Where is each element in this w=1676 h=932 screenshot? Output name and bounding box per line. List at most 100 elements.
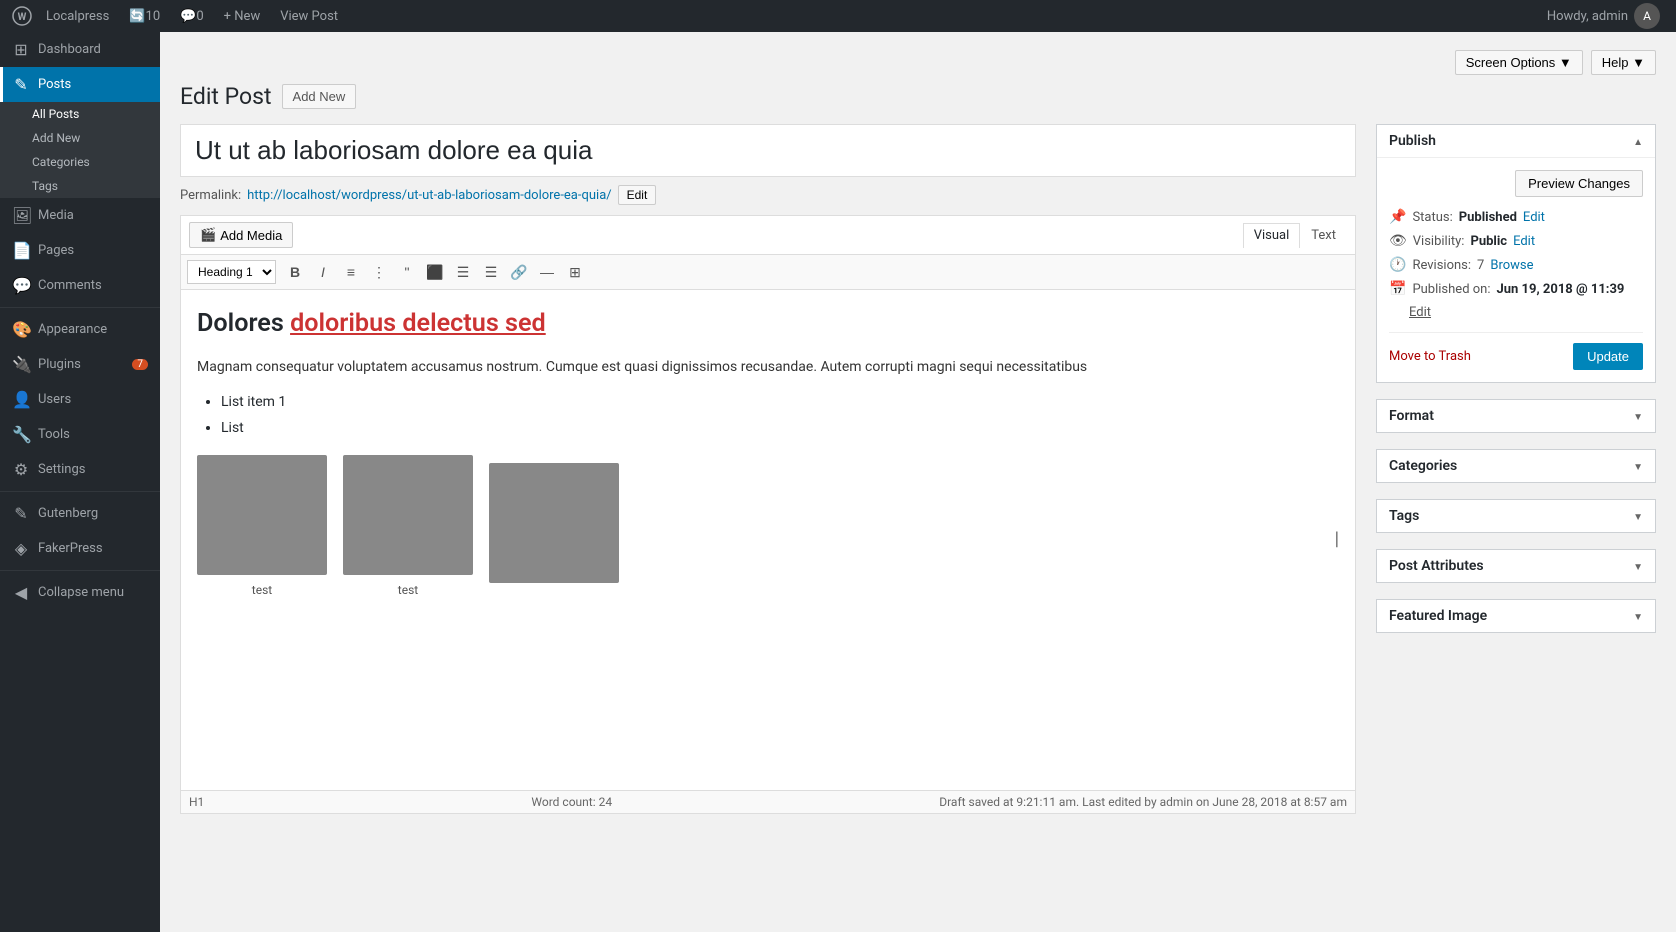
blockquote-button[interactable]: " [394, 259, 420, 285]
adminbar-updates[interactable]: 🔄 10 [119, 0, 170, 32]
ordered-list-button[interactable]: ⋮ [366, 259, 392, 285]
sidebar-item-posts[interactable]: ✎ Posts [0, 67, 160, 102]
cursor-indicator: | [1335, 526, 1339, 555]
sidebar-item-tags[interactable]: Tags [0, 174, 160, 198]
sidebar-item-add-new[interactable]: Add New [0, 126, 160, 150]
insert-link-button[interactable]: 🔗 [506, 259, 532, 285]
align-right-button[interactable]: ☰ [478, 259, 504, 285]
visibility-edit-link[interactable]: Edit [1513, 234, 1535, 249]
post-attributes-box-title: Post Attributes [1389, 558, 1484, 574]
fakerpress-icon: ◈ [12, 539, 30, 558]
visibility-label: Visibility: [1413, 234, 1465, 249]
preview-changes-button[interactable]: Preview Changes [1515, 170, 1643, 197]
update-button[interactable]: Update [1573, 343, 1643, 370]
heading-link[interactable]: doloribus delectus sed [290, 309, 546, 338]
draft-saved-text: Draft saved at 9:21:11 am. Last edited b… [939, 795, 1347, 809]
heading-select[interactable]: Heading 1 [187, 260, 276, 284]
adminbar-comments[interactable]: 💬 0 [170, 0, 214, 32]
add-new-button[interactable]: Add New [282, 84, 357, 109]
sidebar-item-plugins[interactable]: 🔌 Plugins 7 [0, 347, 160, 382]
adminbar-view-post[interactable]: View Post [270, 0, 348, 32]
sidebar-item-dashboard[interactable]: ⊞ Dashboard [0, 32, 160, 67]
italic-button[interactable]: I [310, 259, 336, 285]
align-left-button[interactable]: ⬛ [422, 259, 448, 285]
plugins-icon: 🔌 [12, 355, 30, 374]
featured-image-box-header[interactable]: Featured Image [1377, 600, 1655, 632]
tools-icon: 🔧 [12, 425, 30, 444]
gallery-image-3[interactable] [489, 463, 619, 583]
users-icon: 👤 [12, 390, 30, 409]
bold-button[interactable]: B [282, 259, 308, 285]
tab-visual[interactable]: Visual [1243, 223, 1301, 248]
editor-content[interactable]: Dolores doloribus delectus sed Magnam co… [181, 290, 1355, 790]
sidebar-item-settings[interactable]: ⚙ Settings [0, 452, 160, 487]
more-tag-button[interactable]: — [534, 259, 560, 285]
categories-box-title: Categories [1389, 458, 1457, 474]
gallery-caption-1: test [252, 581, 272, 600]
tags-box-header[interactable]: Tags [1377, 500, 1655, 532]
heading-plain-text: Dolores [197, 309, 290, 338]
publish-actions: Move to Trash Update [1389, 332, 1643, 370]
page-title: Edit Post [180, 83, 272, 110]
posts-submenu: All Posts Add New Categories Tags [0, 102, 160, 198]
format-box: Format [1376, 399, 1656, 433]
published-edit-link[interactable]: Edit [1409, 305, 1643, 320]
permalink-edit-button[interactable]: Edit [618, 185, 657, 205]
adminbar-site-name[interactable]: Localpress [36, 0, 119, 32]
list-item-2: List [221, 417, 1339, 439]
sidebar-item-all-posts[interactable]: All Posts [0, 102, 160, 126]
sidebar-item-tools[interactable]: 🔧 Tools [0, 417, 160, 452]
status-edit-link[interactable]: Edit [1523, 210, 1545, 225]
published-value: Jun 19, 2018 @ 11:39 [1497, 282, 1625, 297]
svg-text:W: W [18, 12, 27, 23]
sidebar-item-gutenberg[interactable]: ✎ Gutenberg [0, 496, 160, 531]
tab-text[interactable]: Text [1300, 223, 1347, 247]
comments-icon: 💬 [12, 276, 30, 295]
right-sidebar: Publish Preview Changes 📌 Status: Publis… [1376, 124, 1656, 649]
post-attributes-box: Post Attributes [1376, 549, 1656, 583]
sidebar-item-categories[interactable]: Categories [0, 150, 160, 174]
visibility-icon: 👁 [1389, 233, 1407, 249]
post-attributes-box-header[interactable]: Post Attributes [1377, 550, 1655, 582]
list-item-1: List item 1 [221, 391, 1339, 413]
add-media-icon: 🎬 [200, 227, 216, 243]
gallery-item-2: test [343, 455, 473, 600]
format-box-title: Format [1389, 408, 1434, 424]
admin-avatar: A [1634, 3, 1660, 29]
format-box-header[interactable]: Format [1377, 400, 1655, 432]
post-title-input[interactable] [180, 124, 1356, 177]
table-button[interactable]: ⊞ [562, 259, 588, 285]
sidebar-item-fakerpress[interactable]: ◈ FakerPress [0, 531, 160, 566]
permalink-link[interactable]: http://localhost/wordpress/ut-ut-ab-labo… [247, 188, 611, 203]
content-heading: Dolores doloribus delectus sed [197, 304, 1339, 344]
unordered-list-button[interactable]: ≡ [338, 259, 364, 285]
tags-box-toggle [1633, 509, 1643, 524]
status-row: 📌 Status: Published Edit [1389, 209, 1643, 225]
status-value: Published [1459, 210, 1517, 225]
sidebar-item-users[interactable]: 👤 Users [0, 382, 160, 417]
move-to-trash-link[interactable]: Move to Trash [1389, 349, 1471, 364]
categories-box-header[interactable]: Categories [1377, 450, 1655, 482]
sidebar-item-appearance[interactable]: 🎨 Appearance [0, 312, 160, 347]
sidebar-item-comments[interactable]: 💬 Comments [0, 268, 160, 303]
align-center-button[interactable]: ☰ [450, 259, 476, 285]
sidebar-item-pages[interactable]: 📄 Pages [0, 233, 160, 268]
publish-box-header[interactable]: Publish [1377, 125, 1655, 158]
add-media-button[interactable]: 🎬 Add Media [189, 222, 293, 248]
admin-bar: W Localpress 🔄 10 💬 0 + New View Post Ho… [0, 0, 1676, 32]
gallery-image-1[interactable] [197, 455, 327, 575]
sidebar-item-media[interactable]: 🖼 Media [0, 198, 160, 233]
screen-options-button[interactable]: Screen Options ▼ [1455, 50, 1583, 75]
help-button[interactable]: Help ▼ [1591, 50, 1656, 75]
status-icon: 📌 [1389, 209, 1406, 225]
revisions-browse-link[interactable]: Browse [1490, 258, 1533, 273]
wp-logo-icon[interactable]: W [8, 0, 36, 32]
sidebar-collapse[interactable]: ◀ Collapse menu [0, 575, 160, 610]
adminbar-user[interactable]: Howdy, admin A [1539, 3, 1668, 29]
adminbar-new[interactable]: + New [214, 0, 271, 32]
collapse-icon: ◀ [12, 583, 30, 602]
categories-box: Categories [1376, 449, 1656, 483]
tags-box: Tags [1376, 499, 1656, 533]
gallery-image-2[interactable] [343, 455, 473, 575]
revisions-row: 🕐 Revisions: 7 Browse [1389, 257, 1643, 273]
